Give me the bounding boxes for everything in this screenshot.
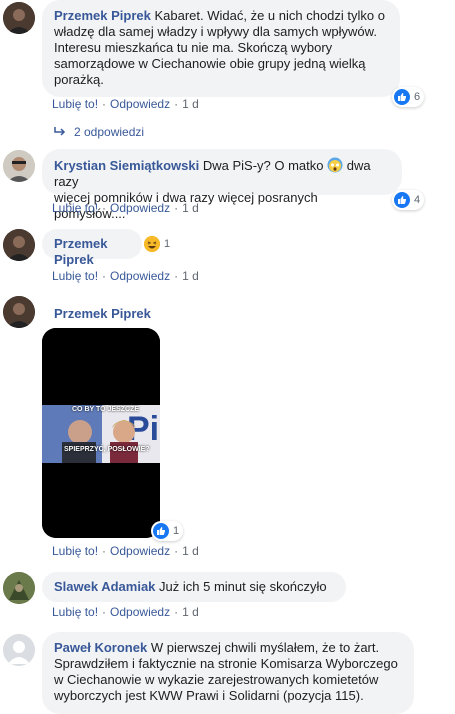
reply-button[interactable]: Odpowiedz: [110, 269, 170, 283]
avatar-photo: [3, 572, 35, 604]
comment-actions: Lubię to! · Odpowiedz · 1 d: [52, 544, 199, 558]
separator: ·: [174, 269, 179, 283]
avatar[interactable]: [3, 296, 35, 328]
like-button[interactable]: Lubię to!: [52, 97, 98, 111]
reaction-count: 4: [414, 194, 421, 206]
comment-actions: Lubię to! · Odpowiedz · 1 d: [52, 201, 199, 215]
meme-caption-bottom: SPIEPRZYĆ, POSŁOWIE?: [64, 446, 150, 453]
replies-count-label: 2 odpowiedzi: [74, 125, 145, 139]
separator: ·: [174, 605, 179, 619]
reply-button[interactable]: Odpowiedz: [110, 97, 170, 111]
separator: ·: [102, 544, 107, 558]
comment-actions: Lubię to! · Odpowiedz · 1 d: [52, 97, 199, 111]
reaction-summary[interactable]: 1: [142, 234, 174, 254]
comment-bubble: Przemek Piprek: [42, 229, 142, 267]
comment-timestamp[interactable]: 1 d: [182, 269, 199, 283]
comment-timestamp[interactable]: 1 d: [182, 201, 199, 215]
reaction-count: 1: [173, 525, 180, 537]
comment-actions: Lubię to! · Odpowiedz · 1 d: [52, 269, 199, 283]
comment-author[interactable]: Krystian Siemiątkowski: [54, 158, 199, 173]
avatar[interactable]: [3, 229, 35, 261]
comment-text-line: Sprawdziłem i faktycznie na stronie Komi…: [54, 656, 398, 671]
reaction-count: 6: [414, 91, 421, 103]
separator: ·: [102, 605, 107, 619]
avatar-photo: [3, 2, 35, 34]
laughing-emoji-icon: [144, 236, 160, 252]
view-replies-link[interactable]: 2 odpowiedzi: [54, 125, 144, 139]
comment-text-line: władzę dla samej władzy i wpływy dla sam…: [54, 24, 377, 39]
meme-image[interactable]: PiS CO BY TO JESZCZE SPIEPRZYĆ, POSŁOWIE…: [42, 328, 160, 538]
separator: ·: [174, 201, 179, 215]
reply-button[interactable]: Odpowiedz: [110, 605, 170, 619]
separator: ·: [174, 544, 179, 558]
reaction-summary[interactable]: 1: [151, 521, 184, 541]
comment-text: Już ich 5 minut się skończyło: [159, 579, 327, 594]
avatar-photo: [3, 229, 35, 261]
reaction-count: 1: [164, 238, 171, 250]
like-icon: [394, 89, 410, 105]
comment-author[interactable]: Przemek Piprek: [54, 306, 151, 321]
avatar[interactable]: [3, 150, 35, 182]
shocked-emoji-icon: [327, 157, 343, 173]
separator: ·: [102, 201, 107, 215]
separator: ·: [102, 97, 107, 111]
comment-bubble: Krystian Siemiątkowski Dwa PiS-y? O matk…: [42, 149, 402, 221]
comment-bubble: Paweł Koronek W pierwszej chwili myślałe…: [42, 632, 414, 714]
comment-text-line: Interesu mieszkańca tu nie ma. Skończą w…: [54, 40, 333, 55]
like-button[interactable]: Lubię to!: [52, 201, 98, 215]
meme-caption-top: CO BY TO JESZCZE: [72, 406, 140, 413]
comment-timestamp[interactable]: 1 d: [182, 605, 199, 619]
comment-author[interactable]: Przemek Piprek: [54, 8, 151, 23]
separator: ·: [174, 97, 179, 111]
separator: ·: [102, 269, 107, 283]
like-button[interactable]: Lubię to!: [52, 544, 98, 558]
reply-button[interactable]: Odpowiedz: [110, 544, 170, 558]
avatar[interactable]: [3, 572, 35, 604]
like-icon: [394, 192, 410, 208]
comment-text-line: W pierwszej chwili myślałem, że to żart.: [150, 640, 380, 655]
comment-text-line: wyborczych jest KWW Prawi i Solidarni (p…: [54, 688, 364, 703]
comment-text-line: samorządowe w Ciechanowie obie grupy jed…: [54, 56, 366, 71]
reaction-summary[interactable]: 4: [392, 190, 425, 210]
comment-author-wrap: Przemek Piprek: [54, 306, 151, 321]
comment-author[interactable]: Slawek Adamiak: [54, 579, 155, 594]
avatar-photo: [3, 296, 35, 328]
comment-bubble: Slawek Adamiak Już ich 5 minut się skońc…: [42, 572, 346, 602]
comment-bubble: Przemek Piprek Kabaret. Widać, że u nich…: [42, 0, 400, 97]
reaction-summary[interactable]: 6: [392, 87, 425, 107]
comment-text-line: porażką.: [54, 72, 104, 87]
like-button[interactable]: Lubię to!: [52, 269, 98, 283]
reply-arrow-icon: [54, 127, 66, 136]
meme-photo: PiS: [42, 328, 160, 538]
comment-author[interactable]: Paweł Koronek: [54, 640, 147, 655]
like-icon: [153, 523, 169, 539]
comment-text-line: Dwa PiS-y? O matko: [202, 158, 324, 173]
avatar-photo: [3, 150, 35, 182]
comment-text-line: w Ciechanowie w wykazie zarejestrowanych…: [54, 672, 379, 687]
comment-timestamp[interactable]: 1 d: [182, 544, 199, 558]
comment-author[interactable]: Przemek Piprek: [54, 236, 107, 267]
comment-text-line: Kabaret. Widać, że u nich chodzi tylko o: [154, 8, 385, 23]
comment-timestamp[interactable]: 1 d: [182, 97, 199, 111]
comment-actions: Lubię to! · Odpowiedz · 1 d: [52, 605, 199, 619]
default-avatar-icon: [3, 634, 35, 666]
avatar[interactable]: [3, 2, 35, 34]
reply-button[interactable]: Odpowiedz: [110, 201, 170, 215]
avatar[interactable]: [3, 634, 35, 666]
like-button[interactable]: Lubię to!: [52, 605, 98, 619]
